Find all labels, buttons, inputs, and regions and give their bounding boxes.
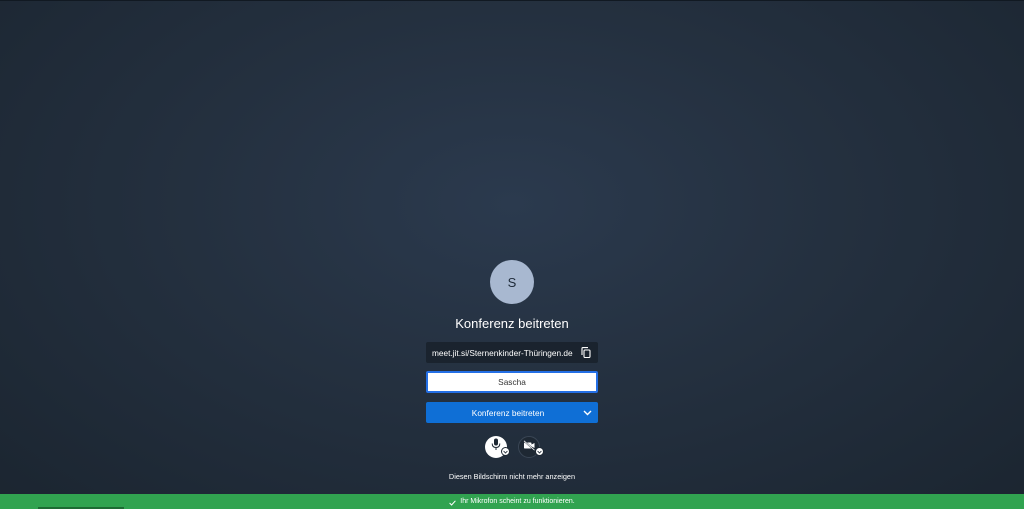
window-top-border — [0, 0, 1024, 1]
microphone-options-chevron-icon[interactable] — [501, 447, 510, 456]
join-meeting-label: Konferenz beitreten — [471, 407, 545, 418]
display-name-input[interactable] — [426, 371, 598, 393]
status-bar: Ihr Mikrofon scheint zu funktionieren. — [0, 494, 1024, 509]
camera-off-icon — [522, 438, 536, 456]
chevron-down-icon[interactable] — [576, 402, 598, 423]
checkmark-icon — [449, 493, 457, 509]
status-text: Ihr Mikrofon scheint zu funktionieren. — [460, 498, 575, 505]
copy-icon[interactable] — [578, 345, 594, 361]
avatar-initial: S — [507, 274, 517, 290]
microphone-icon — [491, 438, 501, 456]
camera-options-chevron-icon[interactable] — [535, 447, 544, 456]
join-meeting-button[interactable]: Konferenz beitreten — [426, 402, 598, 423]
avatar: S — [490, 260, 534, 304]
meeting-url-text: meet.jit.si/Sternenkinder-Thüringen.de — [432, 347, 573, 358]
dont-show-again-link[interactable]: Diesen Bildschirm nicht mehr anzeigen — [412, 472, 612, 481]
meeting-url-box: meet.jit.si/Sternenkinder-Thüringen.de — [426, 342, 598, 363]
page-title: Konferenz beitreten — [455, 316, 569, 331]
